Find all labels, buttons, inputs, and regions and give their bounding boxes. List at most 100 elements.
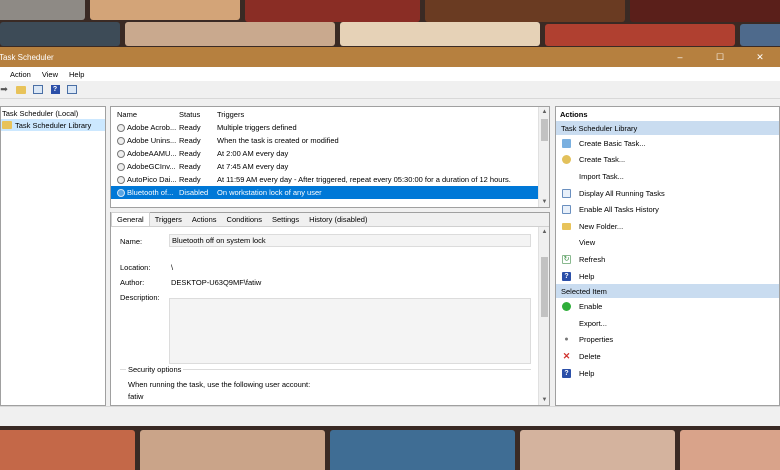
menu-help[interactable]: Help: [69, 70, 84, 79]
scroll-down-arrow-icon[interactable]: ▼: [539, 395, 550, 405]
window-title: Task Scheduler: [0, 52, 54, 62]
scroll-down-arrow-icon[interactable]: ▼: [539, 197, 550, 207]
tab-triggers[interactable]: Triggers: [150, 213, 187, 226]
action-delete[interactable]: ✕ Delete: [556, 348, 779, 365]
table-row[interactable]: AdobeAAMU... Ready At 2:00 AM every day: [111, 147, 549, 160]
status-bar: [0, 406, 780, 426]
menu-bar: Action View Help: [0, 67, 780, 81]
toolbar: ➡ ?: [0, 81, 780, 99]
action-refresh[interactable]: ↻ Refresh: [556, 251, 779, 268]
name-label: Name:: [120, 237, 143, 246]
action-label: Help: [579, 368, 595, 378]
general-pane: Name: Bluetooth off on system lock Locat…: [111, 227, 539, 405]
table-row[interactable]: Adobe Unins... Ready When the task is cr…: [111, 134, 549, 147]
import-task-icon: [562, 172, 571, 181]
author-value: DESKTOP-U63Q9MF\fatiw: [171, 278, 262, 287]
properties-icon: ●: [564, 336, 569, 344]
maximize-button[interactable]: ☐: [700, 47, 740, 67]
task-status: Ready: [179, 175, 201, 184]
task-details-panel: General Triggers Actions Conditions Sett…: [110, 212, 550, 406]
action-help-selected[interactable]: ? Help: [556, 365, 779, 382]
section-task-scheduler-library[interactable]: Task Scheduler Library: [556, 121, 779, 135]
task-name: AdobeGCInv...: [127, 162, 176, 171]
scroll-thumb[interactable]: [541, 119, 548, 141]
delete-icon: ✕: [562, 350, 571, 361]
scroll-thumb[interactable]: [541, 257, 548, 317]
tab-history[interactable]: History (disabled): [304, 213, 372, 226]
table-row[interactable]: AdobeGCInv... Ready At 7:45 AM every day: [111, 160, 549, 173]
task-scheduler-window: Task Scheduler – ☐ ✕ Action View Help ➡ …: [0, 47, 780, 426]
help-icon[interactable]: ?: [49, 84, 61, 96]
table-row[interactable]: Adobe Acrob... Ready Multiple triggers d…: [111, 121, 549, 134]
location-value: \: [171, 263, 174, 272]
show-hide-action-pane-icon[interactable]: [66, 84, 78, 96]
action-display-running-tasks[interactable]: Display All Running Tasks: [556, 185, 779, 202]
action-view[interactable]: View: [556, 235, 779, 252]
column-header-status[interactable]: Status: [179, 110, 217, 119]
action-help[interactable]: ? Help: [556, 268, 779, 285]
tab-conditions[interactable]: Conditions: [222, 213, 267, 226]
task-triggers: At 2:00 AM every day: [217, 149, 289, 158]
task-name: Adobe Acrob...: [127, 123, 177, 132]
action-label: Enable: [579, 302, 603, 312]
action-label: Import Task...: [579, 171, 624, 181]
forward-arrow-icon[interactable]: ➡: [0, 84, 10, 96]
column-header-triggers[interactable]: Triggers: [217, 110, 549, 119]
section-selected-item[interactable]: Selected Item: [556, 284, 779, 299]
export-icon: [562, 319, 571, 328]
title-bar[interactable]: Task Scheduler – ☐ ✕: [0, 47, 780, 67]
tab-settings[interactable]: Settings: [267, 213, 304, 226]
scroll-up-arrow-icon[interactable]: ▲: [539, 227, 550, 237]
action-create-basic-task[interactable]: Create Basic Task...: [556, 135, 779, 152]
close-button[interactable]: ✕: [740, 47, 780, 67]
action-label: View: [579, 238, 596, 248]
action-properties[interactable]: ● Properties: [556, 332, 779, 349]
create-basic-task-icon: [562, 138, 571, 148]
show-hide-console-tree-icon[interactable]: [32, 84, 44, 96]
action-new-folder[interactable]: New Folder...: [556, 218, 779, 235]
task-list-scrollbar[interactable]: ▲ ▼: [538, 107, 549, 207]
running-tasks-icon: [562, 188, 571, 198]
action-label: Enable All Tasks History: [579, 205, 659, 215]
action-export[interactable]: Export...: [556, 315, 779, 332]
action-label: Create Task...: [579, 155, 626, 165]
menu-action[interactable]: Action: [10, 70, 31, 79]
action-label: Delete: [579, 351, 601, 361]
tab-general[interactable]: General: [111, 212, 150, 226]
tree-root[interactable]: Task Scheduler (Local): [1, 107, 105, 119]
task-triggers: Multiple triggers defined: [217, 123, 297, 132]
action-enable-history[interactable]: Enable All Tasks History: [556, 201, 779, 218]
task-status: Ready: [179, 149, 201, 158]
table-row[interactable]: AutoPico Dai... Ready At 11:59 AM every …: [111, 173, 549, 186]
action-import-task[interactable]: Import Task...: [556, 168, 779, 185]
tree-root-label: Task Scheduler (Local): [2, 108, 79, 118]
tree-library-label: Task Scheduler Library: [15, 120, 92, 130]
menu-view[interactable]: View: [42, 70, 58, 79]
tab-actions[interactable]: Actions: [187, 213, 222, 226]
task-name-field[interactable]: Bluetooth off on system lock: [169, 234, 531, 247]
minimize-button[interactable]: –: [660, 47, 700, 67]
folder-up-icon[interactable]: [15, 84, 27, 96]
table-row-selected[interactable]: Bluetooth of... Disabled On workstation …: [111, 186, 549, 199]
task-triggers: When the task is created or modified: [217, 136, 339, 145]
help-icon: ?: [562, 271, 571, 281]
security-user-account: fatiw: [128, 392, 144, 401]
task-status: Ready: [179, 162, 201, 171]
center-pane: Name Status Triggers Adobe Acrob... Read…: [110, 106, 550, 406]
enable-icon: [562, 302, 571, 312]
view-icon: [562, 238, 571, 247]
column-header-name[interactable]: Name: [111, 110, 179, 119]
details-scrollbar[interactable]: ▲ ▼: [538, 227, 549, 405]
description-field[interactable]: [169, 298, 531, 364]
task-clock-icon: [117, 162, 125, 171]
new-folder-icon: [562, 222, 571, 230]
action-enable[interactable]: Enable: [556, 298, 779, 315]
help-icon: ?: [562, 368, 571, 378]
create-task-icon: [562, 155, 571, 165]
console-tree: Task Scheduler (Local) Task Scheduler Li…: [0, 106, 106, 406]
task-status: Disabled: [179, 188, 209, 197]
tree-item-task-scheduler-library[interactable]: Task Scheduler Library: [1, 119, 105, 131]
scroll-up-arrow-icon[interactable]: ▲: [539, 107, 550, 117]
action-create-task[interactable]: Create Task...: [556, 152, 779, 169]
task-clock-icon: [117, 188, 125, 197]
